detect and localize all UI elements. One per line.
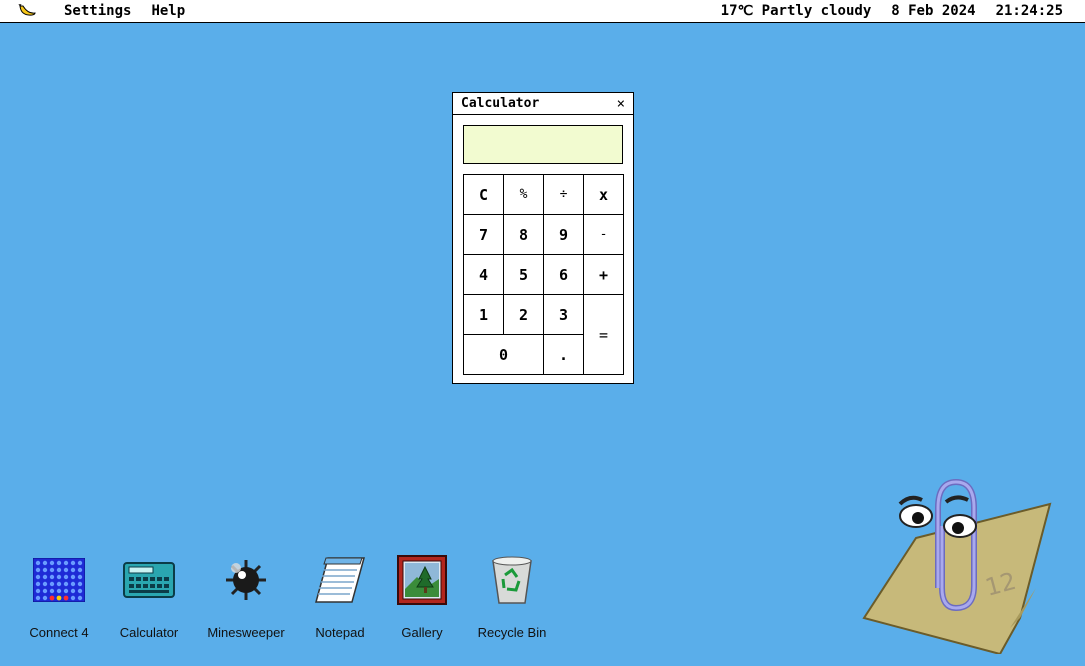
close-icon[interactable]: × [617, 96, 625, 112]
key-2[interactable]: 2 [504, 295, 544, 335]
gallery-icon [395, 553, 449, 607]
desktop-icon-connect4[interactable]: Connect 4 [9, 553, 109, 653]
recycle-bin-icon [485, 553, 539, 607]
menu-help[interactable]: Help [141, 3, 195, 19]
calculator-keypad: C % ÷ x 7 8 9 - 4 5 6 + 1 2 3 = 0 . [463, 174, 624, 375]
key-5[interactable]: 5 [504, 255, 544, 295]
key-decimal[interactable]: . [544, 335, 584, 375]
desktop-icon-gallery[interactable]: Gallery [372, 553, 472, 653]
calculator-window: Calculator × C % ÷ x 7 8 9 - 4 5 6 + 1 2… [452, 92, 634, 384]
desktop-icon-label: Gallery [401, 625, 443, 640]
key-6[interactable]: 6 [544, 255, 584, 295]
key-plus[interactable]: + [584, 255, 624, 295]
key-7[interactable]: 7 [464, 215, 504, 255]
key-1[interactable]: 1 [464, 295, 504, 335]
desktop-icon-calculator[interactable]: Calculator [99, 553, 199, 653]
key-0[interactable]: 0 [464, 335, 544, 375]
key-divide[interactable]: ÷ [544, 175, 584, 215]
menu-settings[interactable]: Settings [54, 3, 141, 19]
key-multiply[interactable]: x [584, 175, 624, 215]
clock: 21:24:25 [995, 3, 1063, 19]
key-4[interactable]: 4 [464, 255, 504, 295]
window-title: Calculator [461, 96, 540, 111]
menu-bar: Settings Help 17℃ Partly cloudy 8 Feb 20… [0, 0, 1085, 23]
notepad-icon [313, 553, 367, 607]
desktop-icon-label: Notepad [315, 625, 365, 640]
desktop-icon-recycle-bin[interactable]: Recycle Bin [462, 553, 562, 653]
key-8[interactable]: 8 [504, 215, 544, 255]
key-3[interactable]: 3 [544, 295, 584, 335]
connect4-icon [32, 553, 86, 607]
window-titlebar[interactable]: Calculator × [453, 93, 633, 115]
weather-status: 17℃ Partly cloudy [720, 3, 872, 19]
key-clear[interactable]: C [464, 175, 504, 215]
mine-icon [219, 553, 273, 607]
desktop-icon-minesweeper[interactable]: Minesweeper [196, 553, 296, 653]
key-percent[interactable]: % [504, 175, 544, 215]
calculator-icon [122, 553, 176, 607]
desktop-icon-label: Calculator [119, 625, 179, 640]
date-display: 8 Feb 2024 [891, 3, 976, 19]
key-equals[interactable]: = [584, 295, 624, 375]
key-minus[interactable]: - [584, 215, 624, 255]
calculator-display [463, 125, 623, 164]
banana-icon[interactable] [0, 0, 54, 22]
desktop-icon-label: Connect 4 [29, 625, 89, 640]
paperclip-assistant-icon[interactable]: 12 [860, 468, 1052, 656]
desktop-icon-label: Minesweeper [207, 625, 285, 640]
desktop-icon-label: Recycle Bin [477, 625, 547, 640]
key-9[interactable]: 9 [544, 215, 584, 255]
